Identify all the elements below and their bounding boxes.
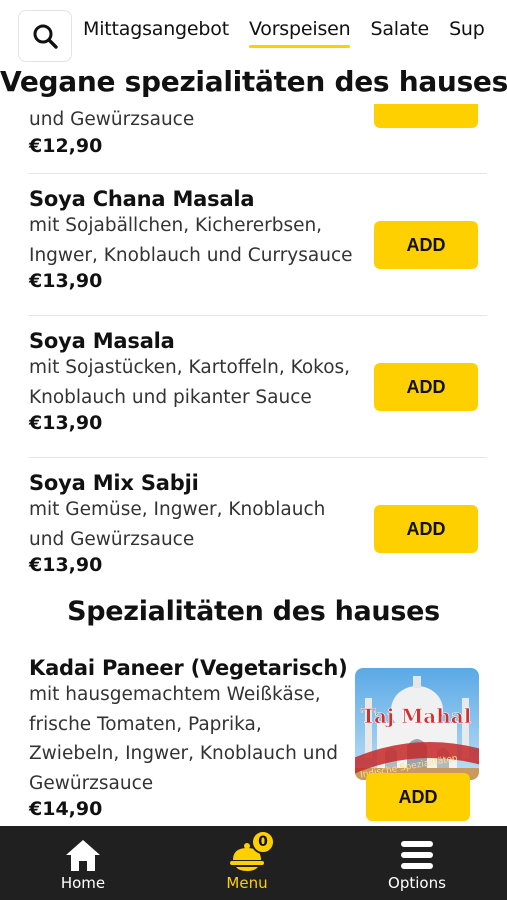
divider xyxy=(29,315,487,316)
bottom-nav: Home 0 Menu Options xyxy=(0,826,507,900)
home-icon xyxy=(66,840,100,871)
item-description: und Gewürzsauce xyxy=(29,109,195,130)
item-description: Gewürzsauce xyxy=(29,772,154,794)
item-price: €12,90 xyxy=(29,134,103,157)
nav-menu[interactable]: 0 Menu xyxy=(187,826,307,900)
item-name: Kadai Paneer (Vegetarisch) xyxy=(29,656,348,680)
divider xyxy=(29,173,487,174)
tab-suppen[interactable]: Sup xyxy=(449,18,485,46)
nav-home-label: Home xyxy=(60,874,106,892)
tab-vorspeisen[interactable]: Vorspeisen xyxy=(248,18,351,48)
tab-mittagsangebot[interactable]: Mittagsangebot xyxy=(83,18,229,46)
section-heading: Spezialitäten des hauses xyxy=(67,596,440,627)
item-description: frische Tomaten, Paprika, xyxy=(29,713,262,735)
item-price: €14,90 xyxy=(29,798,103,820)
menu-item: und Gewürzsauce €12,90 xyxy=(29,105,487,157)
add-button[interactable]: ADD xyxy=(374,363,478,411)
item-price: €13,90 xyxy=(29,270,103,292)
category-tabs: Mittagsangebot Vorspeisen Salate Sup xyxy=(83,18,485,48)
divider xyxy=(29,457,487,458)
search-icon xyxy=(33,24,58,49)
item-price: €13,90 xyxy=(29,412,103,434)
item-price: €13,90 xyxy=(29,554,103,576)
category-heading: Vegane spezialitäten des hauses xyxy=(0,62,507,102)
item-description: mit hausgemachtem Weißkäse, xyxy=(29,684,321,705)
category-nav: Mittagsangebot Vorspeisen Salate Sup xyxy=(0,0,507,68)
dish-image: Taj Mahal Indische Spezialitäten xyxy=(355,668,479,780)
menu-item: Kadai Paneer (Vegetarisch) mit hausgemac… xyxy=(29,656,359,820)
cart-count-badge: 0 xyxy=(251,830,275,854)
nav-options[interactable]: Options xyxy=(357,826,477,900)
tab-salate[interactable]: Salate xyxy=(370,18,429,46)
search-button[interactable] xyxy=(18,10,72,62)
add-button[interactable]: ADD xyxy=(366,773,470,821)
item-name: Soya Chana Masala xyxy=(29,187,255,211)
nav-home[interactable]: Home xyxy=(23,826,143,900)
add-button[interactable]: ADD xyxy=(374,505,478,553)
nav-menu-label: Menu xyxy=(226,874,268,892)
item-description: Zwiebeln, Ingwer, Knoblauch und xyxy=(29,743,338,764)
item-name: Soya Mix Sabji xyxy=(29,471,199,495)
logo-text: Taj Mahal xyxy=(361,704,472,728)
item-name: Soya Masala xyxy=(29,329,175,353)
add-button[interactable]: ADD xyxy=(374,221,478,269)
hamburger-icon xyxy=(401,841,433,869)
nav-options-label: Options xyxy=(388,874,446,892)
